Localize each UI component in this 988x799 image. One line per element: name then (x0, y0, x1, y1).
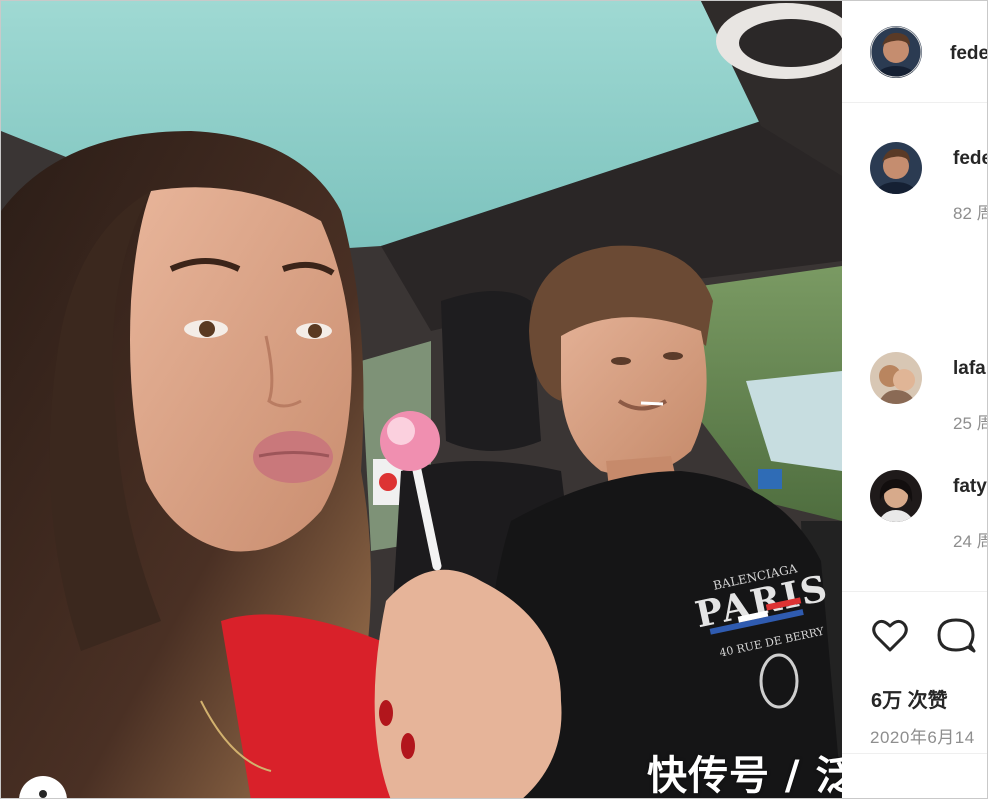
selfie-photo-illustration: PARIS BALENCIAGA 40 RUE DE BERRY (1, 1, 842, 798)
bottom-divider (842, 753, 987, 754)
author-avatar[interactable] (870, 26, 922, 78)
post-photo[interactable]: PARIS BALENCIAGA 40 RUE DE BERRY 快传号 / 泛 (1, 1, 842, 799)
comment-avatar-2-image (870, 470, 922, 522)
comment-avatar-2[interactable] (870, 470, 922, 522)
comment-button[interactable] (935, 614, 977, 656)
caption-avatar-image (870, 142, 922, 194)
like-button[interactable] (869, 614, 911, 656)
caption-time: 82 周 (953, 204, 987, 223)
comment-1-username[interactable]: lafa (953, 358, 986, 380)
caption-username[interactable]: fede (953, 148, 987, 170)
comment-2-username[interactable]: faty (953, 476, 987, 498)
post-header: fede (842, 1, 987, 103)
comment-avatar-1[interactable] (870, 352, 922, 404)
heart-icon (872, 619, 908, 652)
comment-1-time: 25 周 (953, 414, 987, 433)
author-username[interactable]: fede (950, 43, 987, 65)
caption-author-avatar[interactable] (870, 142, 922, 194)
post-date: 2020年6月14 (870, 728, 975, 747)
instagram-post-window: PARIS BALENCIAGA 40 RUE DE BERRY 快传号 / 泛… (0, 0, 988, 799)
post-side-panel: fede fede 82 周 lafa 25 周 (842, 1, 987, 798)
actions-divider (842, 591, 987, 592)
comment-avatar-1-image (870, 352, 922, 404)
author-avatar-image (870, 26, 922, 78)
watermark-text: 快传号 / 泛 (647, 753, 842, 799)
comment-icon (937, 618, 976, 653)
likes-count[interactable]: 6万 次赞 (871, 684, 948, 713)
comment-2-time: 24 周 (953, 532, 987, 551)
